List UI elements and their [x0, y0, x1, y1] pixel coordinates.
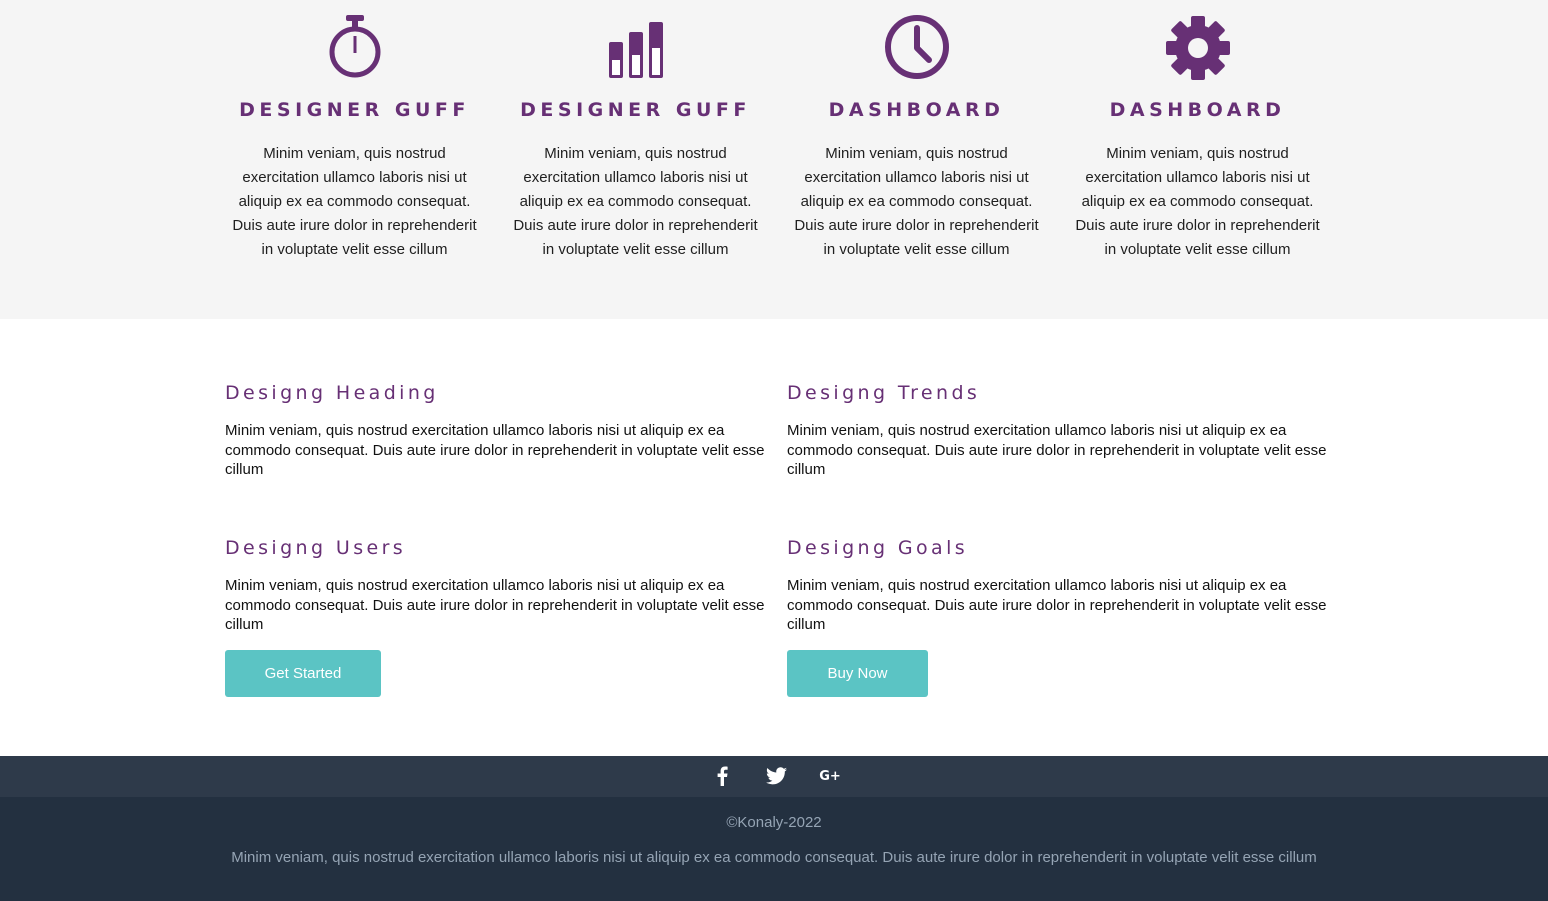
buy-now-button[interactable]: Buy Now — [787, 650, 928, 697]
block-text: Minim veniam, quis nostrud exercitation … — [787, 422, 1327, 478]
block-heading: Designg Users — [225, 537, 407, 559]
features-section: DESIGNER GUFF Minim veniam, quis nostrud… — [0, 0, 1548, 319]
clock-icon — [787, 0, 1046, 80]
stopwatch-icon — [225, 0, 484, 80]
social-bar: G+ — [0, 756, 1548, 797]
features-row: DESIGNER GUFF Minim veniam, quis nostrud… — [225, 0, 1349, 262]
google-plus-icon[interactable]: G+ — [818, 764, 842, 788]
block-heading: Designg Heading — [225, 382, 439, 404]
block-text: Minim veniam, quis nostrud exercitation … — [787, 577, 1327, 633]
content-block: Designg Heading Minim veniam, quis nostr… — [225, 381, 765, 480]
footer-text: Minim veniam, quis nostrud exercitation … — [231, 849, 1317, 866]
feature-text: Minim veniam, quis nostrud exercitation … — [232, 145, 477, 258]
feature-card: DASHBOARD Minim veniam, quis nostrud exe… — [787, 0, 1046, 262]
twitter-icon[interactable] — [764, 764, 788, 788]
block-heading: Designg Goals — [787, 537, 969, 559]
content-block: Designg Users Minim veniam, quis nostrud… — [225, 536, 765, 635]
feature-title: DASHBOARD — [1109, 99, 1286, 121]
feature-text: Minim veniam, quis nostrud exercitation … — [794, 145, 1039, 258]
feature-text: Minim veniam, quis nostrud exercitation … — [513, 145, 758, 258]
feature-card: DESIGNER GUFF Minim veniam, quis nostrud… — [225, 0, 484, 262]
footer: ©Konaly-2022 Minim veniam, quis nostrud … — [0, 797, 1548, 901]
content-section: Designg Heading Minim veniam, quis nostr… — [0, 319, 1548, 756]
feature-title: DESIGNER GUFF — [239, 99, 470, 121]
feature-card: DESIGNER GUFF Minim veniam, quis nostrud… — [506, 0, 765, 262]
gear-icon — [1068, 0, 1327, 80]
block-text: Minim veniam, quis nostrud exercitation … — [225, 577, 765, 633]
feature-title: DESIGNER GUFF — [520, 99, 751, 121]
feature-title: DASHBOARD — [828, 99, 1005, 121]
google-plus-label: G+ — [819, 768, 841, 784]
block-heading: Designg Trends — [787, 382, 981, 404]
get-started-button[interactable]: Get Started — [225, 650, 381, 697]
feature-card: DASHBOARD Minim veniam, quis nostrud exe… — [1068, 0, 1327, 262]
content-block: Designg Trends Minim veniam, quis nostru… — [787, 381, 1327, 480]
facebook-icon[interactable] — [710, 764, 734, 788]
copyright-text: ©Konaly-2022 — [726, 814, 822, 831]
feature-text: Minim veniam, quis nostrud exercitation … — [1075, 145, 1320, 258]
content-block: Designg Goals Minim veniam, quis nostrud… — [787, 536, 1327, 635]
block-text: Minim veniam, quis nostrud exercitation … — [225, 422, 765, 478]
bar-chart-icon — [506, 0, 765, 80]
